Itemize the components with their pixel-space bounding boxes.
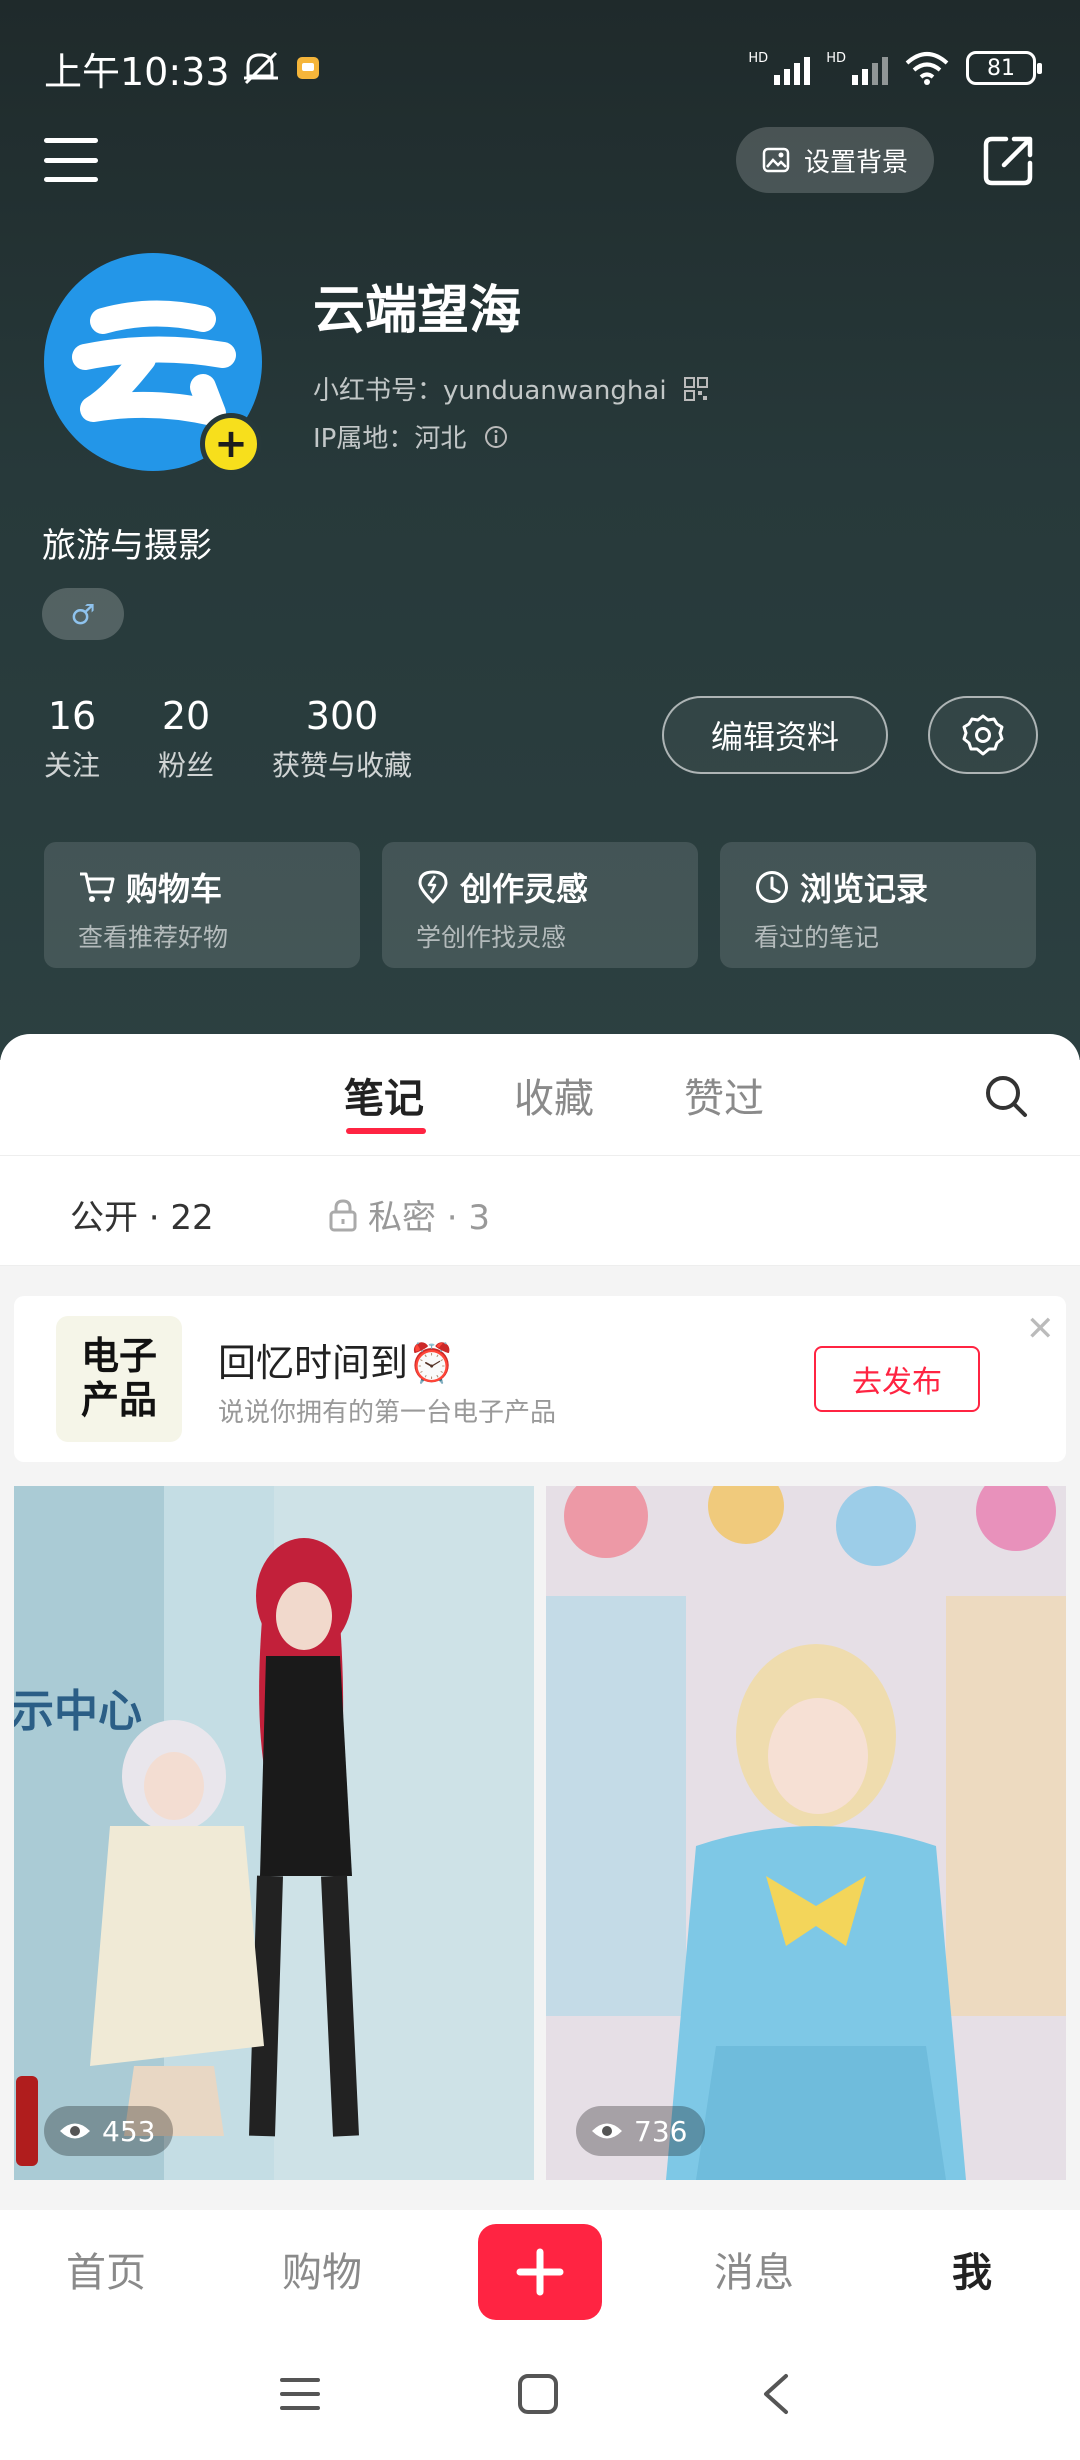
banner-thumbnail: 电子 产品: [56, 1316, 182, 1442]
nav-me[interactable]: 我: [952, 2240, 992, 2298]
followers-stat[interactable]: 20 粉丝: [158, 694, 214, 784]
shortcut-cards: 购物车 查看推荐好物 创作灵感 学创作找灵感 浏览记录 看过的笔记: [44, 842, 1036, 968]
prompt-banner[interactable]: 电子 产品 回忆时间到⏰ 说说你拥有的第一台电子产品 去发布 ✕: [14, 1296, 1066, 1462]
nav-messages[interactable]: 消息: [714, 2240, 794, 2298]
following-stat[interactable]: 16 关注: [44, 694, 100, 784]
signal-icon-2: HD: [826, 51, 888, 85]
set-background-label: 设置背景: [803, 147, 908, 178]
gender-male-icon: ♂: [42, 588, 124, 640]
close-banner-icon[interactable]: ✕: [1026, 1312, 1055, 1346]
shopping-cart-card[interactable]: 购物车 查看推荐好物: [44, 842, 360, 968]
view-count-badge: 736: [576, 2106, 706, 2156]
set-background-button[interactable]: 设置背景: [735, 127, 934, 193]
note-cover-image: 示中心: [14, 1486, 534, 2180]
profile-header: 上午10:33 HD HD 81 设置背景 + 云端望海 小红书号：yundua…: [0, 0, 1080, 1060]
tab-liked[interactable]: 赞过: [684, 1066, 764, 1124]
public-notes-filter[interactable]: 公开 · 22: [70, 1190, 214, 1239]
note-card[interactable]: 示中心 453: [14, 1486, 534, 2180]
add-avatar-button[interactable]: +: [200, 413, 262, 475]
lightbulb-icon: [418, 870, 448, 904]
creation-inspiration-sub: 学创作找灵感: [416, 923, 567, 952]
image-icon: [762, 147, 790, 173]
note-card[interactable]: 736: [546, 1486, 1066, 2180]
tab-notes[interactable]: 笔记: [344, 1066, 424, 1124]
signal-icon: HD: [748, 51, 811, 85]
followers-count: 20: [161, 694, 211, 738]
active-tab-indicator: [346, 1128, 426, 1134]
share-icon[interactable]: [982, 133, 1036, 187]
tab-collections[interactable]: 收藏: [514, 1066, 594, 1124]
hd-badge-2: HD: [826, 51, 846, 66]
top-nav: 设置背景: [44, 127, 1036, 193]
eye-icon: [60, 2123, 90, 2139]
mute-icon: [243, 51, 278, 85]
status-time: 上午10:33: [44, 49, 230, 94]
avatar-logo: [72, 300, 236, 426]
likes-count: 300: [305, 694, 379, 738]
go-publish-button[interactable]: 去发布: [814, 1346, 980, 1412]
following-count: 16: [47, 694, 97, 738]
likes-label: 获赞与收藏: [272, 749, 413, 782]
create-post-button[interactable]: [478, 2224, 602, 2320]
bio: 旅游与摄影: [42, 526, 212, 566]
likes-collects-stat[interactable]: 300 获赞与收藏: [272, 694, 412, 784]
ip-location-text: IP属地：河北: [313, 424, 467, 454]
content-tabs: 笔记 收藏 赞过: [0, 1034, 1080, 1156]
banner-thumbnail-text: 电子 产品: [80, 1334, 157, 1422]
recents-icon[interactable]: [278, 2374, 322, 2414]
browsing-history-sub: 看过的笔记: [754, 923, 880, 952]
creation-inspiration-title: 创作灵感: [460, 870, 589, 908]
view-count: 453: [102, 2114, 156, 2148]
nav-shopping[interactable]: 购物: [282, 2240, 362, 2298]
shopping-cart-sub: 查看推荐好物: [78, 923, 229, 952]
notification-icon: [296, 57, 319, 79]
followers-label: 粉丝: [158, 749, 215, 782]
visibility-filter: 公开 · 22 私密 · 3: [0, 1156, 1080, 1266]
edit-profile-button[interactable]: 编辑资料: [662, 696, 888, 774]
cart-icon: [80, 872, 115, 902]
back-icon[interactable]: [758, 2372, 794, 2416]
bottom-nav: 首页 购物 消息 我: [0, 2210, 1080, 2330]
hd-badge: HD: [748, 51, 769, 66]
username: 云端望海: [313, 281, 522, 341]
note-cover-image: [546, 1486, 1066, 2180]
browsing-history-card[interactable]: 浏览记录 看过的笔记: [720, 842, 1036, 968]
profile-stats: 16 关注 20 粉丝 300 获赞与收藏: [44, 694, 470, 784]
wifi-icon: [905, 52, 949, 85]
system-nav-bar: [0, 2330, 1080, 2460]
clock-icon: [756, 871, 788, 903]
qrcode-icon[interactable]: [683, 376, 709, 402]
banner-title: 回忆时间到⏰: [218, 1341, 456, 1385]
gear-icon: [962, 714, 1004, 756]
battery-indicator: 81: [966, 51, 1042, 85]
eye-icon: [592, 2123, 622, 2139]
info-icon[interactable]: [484, 425, 508, 449]
redbook-id: 小红书号：yunduanwanghai: [313, 370, 709, 407]
plus-icon: [516, 2248, 564, 2296]
settings-button[interactable]: [928, 696, 1038, 774]
shopping-cart-title: 购物车: [126, 870, 223, 908]
private-notes-filter[interactable]: 私密 · 3: [328, 1190, 490, 1239]
search-icon[interactable]: [982, 1072, 1030, 1120]
lock-icon: [329, 1198, 357, 1231]
status-bar: 上午10:33 HD HD 81: [44, 40, 1042, 96]
following-label: 关注: [44, 749, 101, 782]
view-count-badge: 453: [44, 2106, 174, 2156]
menu-icon[interactable]: [44, 138, 98, 182]
creation-inspiration-card[interactable]: 创作灵感 学创作找灵感: [382, 842, 698, 968]
nav-home[interactable]: 首页: [66, 2240, 146, 2298]
private-notes-label: 私密 · 3: [368, 1198, 491, 1238]
svg-text:示中心: 示中心: [14, 1686, 142, 1737]
redbook-id-text: 小红书号：yunduanwanghai: [313, 376, 667, 406]
home-icon[interactable]: [516, 2372, 560, 2416]
browsing-history-title: 浏览记录: [800, 870, 929, 908]
banner-subtitle: 说说你拥有的第一台电子产品: [218, 1398, 557, 1428]
ip-location: IP属地：河北: [313, 418, 508, 455]
view-count: 736: [634, 2114, 688, 2148]
